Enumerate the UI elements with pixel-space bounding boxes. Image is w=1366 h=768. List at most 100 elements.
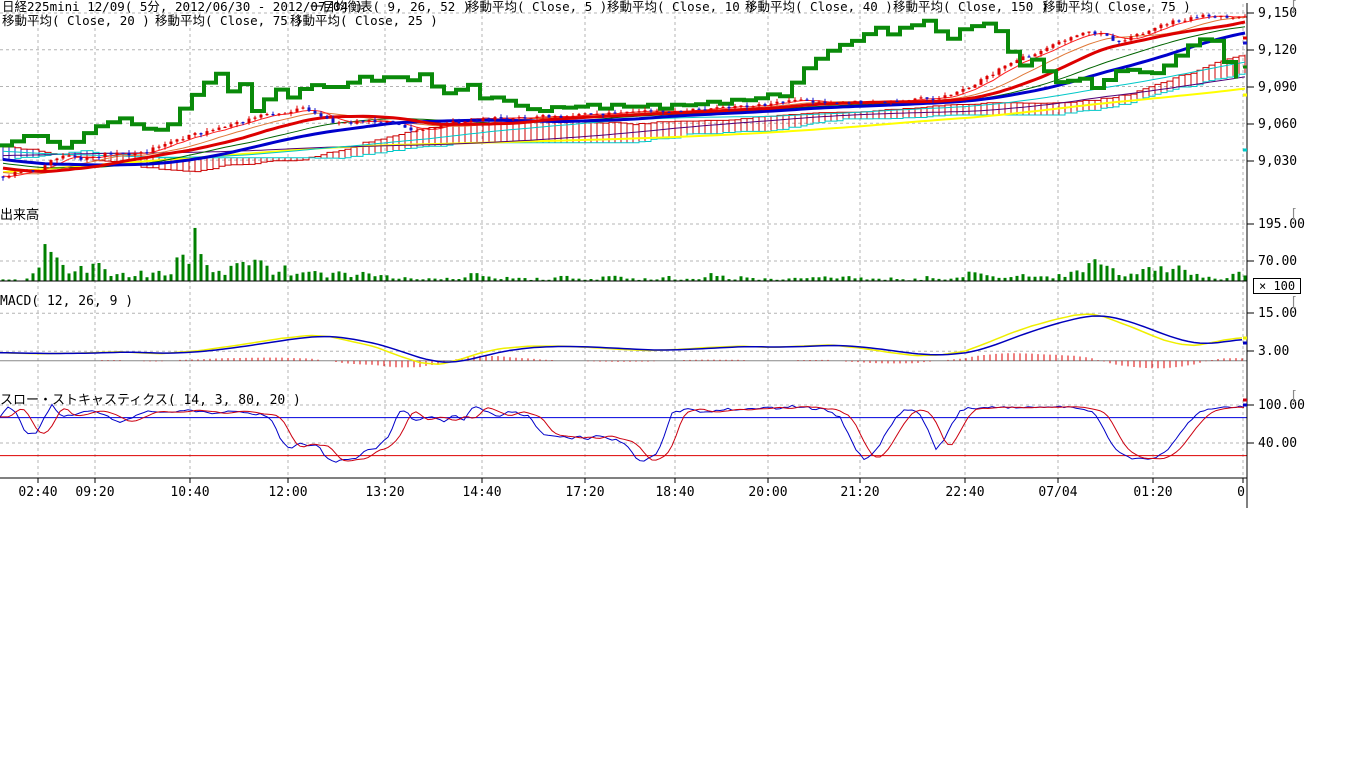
candle-body [194,133,197,135]
candle-body [614,112,617,113]
volume-bar [98,263,101,281]
candle-body [782,102,785,103]
candle-body [962,89,965,92]
candle-body [212,130,215,131]
x-axis-label: 02:40 [18,485,57,500]
legend-item: 移動平均( Close, 40 ) [745,0,893,15]
volume-bar [1244,275,1247,281]
candle-body [656,111,659,112]
pane-scroll-bracket: [ [1290,207,1298,222]
candle-body [74,156,77,157]
candle-body [764,104,767,106]
candle-body [392,121,395,123]
volume-bar [338,271,341,281]
volume-bar [602,277,605,281]
candle-body [566,116,569,117]
volume-bar [1172,269,1175,281]
volume-bar [260,260,263,281]
volume-bar [956,278,959,281]
volume-bar [104,269,107,281]
candle-body [422,130,425,131]
volume-bar [1238,272,1241,281]
volume-bar [44,244,47,281]
green-indicator-line [0,21,1236,148]
candle-body [806,100,809,101]
candle-body [518,117,521,118]
candle-body [740,106,743,107]
volume-bar [356,275,359,281]
volume-axis-label: 195.00 [1258,217,1305,232]
candle-body [56,159,59,161]
candle-body [44,165,47,170]
candle-body [1016,60,1019,63]
candle-body [890,101,893,102]
volume-bar [566,276,569,281]
volume-bar [140,271,143,281]
chart-plot-area[interactable]: 02:4009:2010:4012:0013:2014:4017:2018:40… [0,0,1366,768]
volume-bar [236,263,239,281]
candle-body [668,112,671,113]
candle-body [608,112,611,115]
volume-bar [230,266,233,281]
candle-body [992,75,995,76]
x-axis-label: 20:00 [748,485,787,500]
candle-body [560,116,563,118]
candle-body [266,114,269,115]
candle-body [932,99,935,100]
volume-bar [320,273,323,281]
candle-body [224,127,227,128]
volume-bar [716,276,719,281]
candle-body [350,122,353,124]
volume-bar [278,272,281,281]
volume-bar [182,255,185,281]
candle-body [1004,66,1007,69]
candle-body [758,104,761,106]
volume-bar [926,276,929,281]
candle-body [980,79,983,85]
candle-body [164,144,167,147]
candle-body [128,153,131,155]
candle-body [1220,16,1223,17]
x-axis-label: 21:20 [840,485,879,500]
candle-body [146,152,149,153]
volume-bar [344,273,347,281]
volume-bar [1040,276,1043,281]
legend-item: 移動平均( Close, 5 ) [467,0,607,15]
candle-body [1172,20,1175,24]
candle-body [590,113,593,114]
candle-body [428,128,431,129]
candle-body [452,121,455,123]
volume-bar [164,275,167,281]
volume-axis-label: 70.00 [1258,254,1297,269]
candle-body [188,135,191,139]
volume-bar [194,228,197,281]
candle-body [554,116,557,118]
candle-body [662,111,665,112]
candle-body [542,115,545,117]
volume-bar [464,277,467,281]
volume-bar [986,275,989,281]
x-axis-label: 22:40 [945,485,984,500]
volume-bar [860,277,863,281]
volume-bar [1082,272,1085,281]
candle-body [536,116,539,117]
candle-body [386,121,389,123]
candle-body [134,154,137,156]
candle-body [458,121,461,123]
candle-body [1112,36,1115,41]
volume-bar [476,273,479,281]
pane-scroll-bracket: [ [1290,295,1298,310]
candle-body [8,176,11,178]
candle-body [704,109,707,110]
candle-body [110,153,113,155]
volume-bar [1100,265,1103,281]
candle-body [122,153,125,154]
x-axis-label: 10:40 [170,485,209,500]
volume-bar [56,258,59,281]
volume-bar [386,275,389,281]
candle-body [794,100,797,101]
volume-bar [992,276,995,281]
candle-body [1166,24,1169,25]
moving-average-40-line [3,33,1245,165]
candle-body [314,111,317,113]
